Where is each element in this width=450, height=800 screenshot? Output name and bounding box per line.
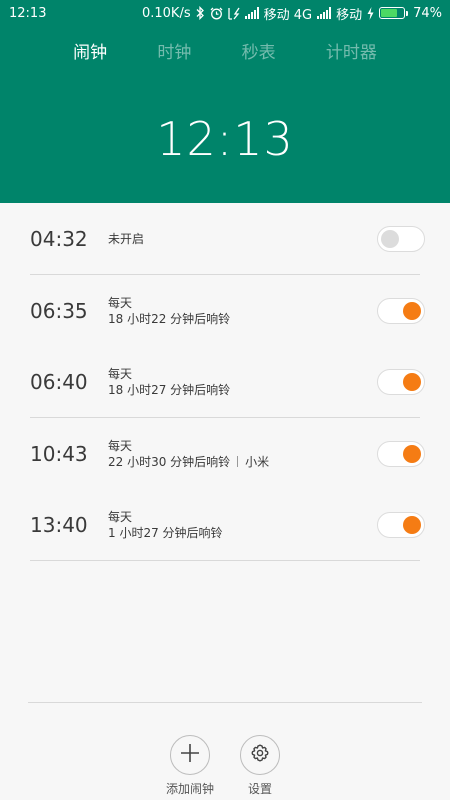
status-time: 12:13 [9,5,47,21]
toggle-knob [381,229,399,248]
alarm-toggle[interactable] [377,297,425,324]
status-indicators: 0.10K/s 移动 4G 移动 74% [142,4,442,23]
alarm-item[interactable]: 10:43 每天 22 小时30 分钟后响铃 小米 [30,418,425,489]
alarm-info: 每天 18 小时27 分钟后响铃 [108,366,420,398]
tab-timer[interactable]: 计时器 [326,38,377,68]
toggle-knob [403,372,421,391]
bottom-divider [28,702,422,703]
settings-circle [240,735,280,775]
alarm-list: 04:32 未开启 06:35 每天 18 小时22 分钟后响铃 06:40 每… [30,203,425,561]
alarm-time: 04:32 [30,226,88,251]
vibrate-icon [227,6,240,20]
signal-icon [244,6,259,20]
alarm-item[interactable]: 13:40 每天 1 小时27 分钟后响铃 [30,489,425,560]
alarm-repeat: 每天 [108,366,133,381]
separator [237,455,239,467]
alarm-item[interactable]: 06:35 每天 18 小时22 分钟后响铃 [30,275,425,346]
bluetooth-icon [196,6,205,20]
settings-label: 设置 [247,782,272,796]
alarm-repeat: 每天 [108,295,133,310]
header: 12:13 0.10K/s 移动 4G 移动 74% 闹钟 时钟 秒表 计时器 … [0,0,450,203]
add-alarm-button[interactable]: 添加闹钟 [155,735,225,797]
plus-icon [180,743,200,767]
add-alarm-label: 添加闹钟 [165,782,214,796]
add-circle [170,735,210,775]
alarm-toggle[interactable] [377,440,425,467]
carrier-1: 移动 4G [263,7,313,23]
alarm-repeat: 每天 [108,509,133,524]
alarm-info: 每天 18 小时22 分钟后响铃 [108,295,420,327]
battery-percent: 74% [413,5,442,21]
alarm-countdown: 22 小时30 分钟后响铃 [108,454,231,469]
toggle-knob [403,301,421,320]
alarm-item[interactable]: 06:40 每天 18 小时27 分钟后响铃 [30,346,425,417]
alarm-time: 06:35 [30,298,88,323]
alarm-tag: 小米 [245,454,270,469]
battery-fill [381,9,398,17]
toggle-knob [403,444,421,463]
alarm-time: 06:40 [30,369,88,394]
alarm-info: 未开启 [108,231,420,247]
tab-stopwatch[interactable]: 秒表 [242,38,276,68]
toggle-knob [403,515,421,534]
net-speed: 0.10K/s [141,5,191,21]
bottom-actions: 添加闹钟 设置 [0,735,450,797]
tab-clock[interactable]: 时钟 [157,38,191,68]
battery-icon [379,7,409,19]
alarm-clock-icon [210,6,223,20]
alarm-repeat: 每天 [108,438,133,453]
tab-alarm[interactable]: 闹钟 [73,38,107,68]
alarm-item[interactable]: 04:32 未开启 [30,203,425,274]
alarm-time: 10:43 [30,441,88,466]
alarm-countdown: 18 小时22 分钟后响铃 [108,311,231,326]
current-time: 12:13 [156,112,294,166]
settings-button[interactable]: 设置 [225,735,295,797]
gear-icon [250,743,270,767]
alarm-countdown: 1 小时27 分钟后响铃 [108,525,223,540]
alarm-countdown: 18 小时27 分钟后响铃 [108,382,231,397]
alarm-toggle[interactable] [377,368,425,395]
divider [30,560,420,561]
signal-icon-2 [317,6,332,20]
charging-icon [367,6,374,20]
alarm-toggle[interactable] [377,511,425,538]
tab-bar: 闹钟 时钟 秒表 计时器 [0,38,450,68]
alarm-countdown-line: 22 小时30 分钟后响铃 小米 [108,454,420,470]
alarm-info: 每天 1 小时27 分钟后响铃 [108,509,420,541]
status-bar: 12:13 0.10K/s 移动 4G 移动 74% [0,0,450,26]
alarm-time: 13:40 [30,512,88,537]
alarm-info: 每天 22 小时30 分钟后响铃 小米 [108,438,420,470]
alarm-status: 未开启 [108,231,145,246]
alarm-app-screen: 12:13 0.10K/s 移动 4G 移动 74% 闹钟 时钟 秒表 计时器 … [0,0,450,800]
alarm-toggle[interactable] [377,225,425,252]
carrier-2: 移动 [336,7,363,23]
